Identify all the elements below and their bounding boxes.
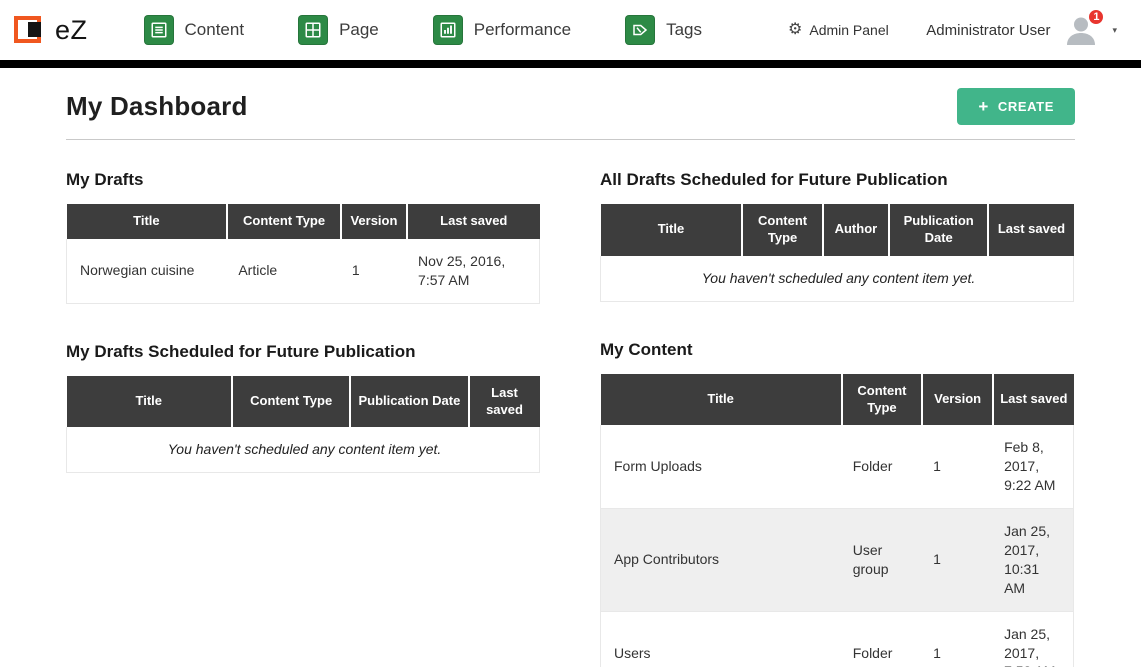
column-header-content-type: Content Type [232,376,350,428]
user-area: Administrator User 1 ▾ [926,15,1123,45]
tags-icon [625,15,655,45]
empty-message-row: You haven't scheduled any content item y… [67,427,540,472]
my-content-table: Title Content Type Version Last saved Fo… [600,374,1074,667]
page-header: My Dashboard + CREATE [66,88,1075,140]
user-name: Administrator User [926,22,1050,39]
column-header-title: Title [601,374,842,426]
column-header-last-saved: Last saved [469,376,540,428]
nav-item-content[interactable]: Content [144,15,245,45]
cell-last-saved: Nov 25, 2016, 7:57 AM [407,239,539,303]
table-header-row: Title Content Type Publication Date Last… [67,376,540,428]
empty-message: You haven't scheduled any content item y… [67,427,540,472]
notification-badge[interactable]: 1 [1087,8,1105,26]
empty-message: You haven't scheduled any content item y… [601,256,1074,301]
admin-panel-label: Admin Panel [809,22,888,38]
right-column: All Drafts Scheduled for Future Publicat… [600,170,1074,667]
column-header-last-saved: Last saved [407,204,539,239]
my-drafts-scheduled-heading: My Drafts Scheduled for Future Publicati… [66,342,540,362]
cell-title: Users [601,611,842,667]
cell-last-saved: Jan 25, 2017, 10:31 AM [993,509,1073,612]
top-navbar: eZ Content Page [0,0,1141,60]
dashboard-columns: My Drafts Title Content Type Version Las… [66,170,1075,667]
cell-title: Form Uploads [601,425,842,508]
column-header-version: Version [922,374,993,426]
table-row[interactable]: Norwegian cuisine Article 1 Nov 25, 2016… [67,239,540,303]
user-avatar[interactable]: 1 [1063,15,1099,45]
column-header-publication-date: Publication Date [889,204,988,256]
column-header-author: Author [823,204,889,256]
column-header-version: Version [341,204,407,239]
plus-icon: + [978,100,989,114]
logo-text: eZ [55,15,88,46]
ez-logo[interactable]: eZ [14,13,88,47]
create-button-label: CREATE [998,99,1054,114]
cell-last-saved: Jan 25, 2017, 7:58 AM [993,611,1073,667]
cell-version: 1 [922,509,993,612]
column-header-title: Title [67,376,233,428]
my-drafts-section: My Drafts Title Content Type Version Las… [66,170,540,304]
my-content-heading: My Content [600,340,1074,360]
nav-item-page[interactable]: Page [298,15,379,45]
cell-content-type: User group [842,509,922,612]
logo-black-square [28,22,41,37]
my-drafts-scheduled-table: Title Content Type Publication Date Last… [66,376,540,474]
empty-message-row: You haven't scheduled any content item y… [601,256,1074,301]
nav-item-tags[interactable]: Tags [625,15,702,45]
ez-logo-icon [14,13,50,47]
cell-version: 1 [922,425,993,508]
nav-item-performance[interactable]: Performance [433,15,571,45]
performance-icon [433,15,463,45]
column-header-title: Title [67,204,228,239]
table-row[interactable]: Users Folder 1 Jan 25, 2017, 7:58 AM [601,611,1074,667]
main-navigation: Content Page Performance [144,15,703,45]
admin-panel-button[interactable]: ⚙ Admin Panel [788,22,889,38]
content-icon [144,15,174,45]
all-drafts-scheduled-section: All Drafts Scheduled for Future Publicat… [600,170,1074,302]
table-row[interactable]: Form Uploads Folder 1 Feb 8, 2017, 9:22 … [601,425,1074,508]
cell-content-type: Folder [842,611,922,667]
cell-title: Norwegian cuisine [67,239,228,303]
all-drafts-scheduled-heading: All Drafts Scheduled for Future Publicat… [600,170,1074,190]
column-header-title: Title [601,204,743,256]
column-header-content-type: Content Type [227,204,341,239]
table-header-row: Title Content Type Version Last saved [67,204,540,239]
left-column: My Drafts Title Content Type Version Las… [66,170,540,667]
navbar-divider-bar [0,60,1141,68]
column-header-last-saved: Last saved [993,374,1073,426]
my-drafts-heading: My Drafts [66,170,540,190]
cell-content-type: Folder [842,425,922,508]
my-drafts-scheduled-section: My Drafts Scheduled for Future Publicati… [66,342,540,474]
my-content-section: My Content Title Content Type Version La… [600,340,1074,667]
page-icon [298,15,328,45]
nav-label-content: Content [185,20,245,40]
cell-title: App Contributors [601,509,842,612]
column-header-content-type: Content Type [742,204,822,256]
create-button[interactable]: + CREATE [957,88,1075,125]
table-header-row: Title Content Type Author Publication Da… [601,204,1074,256]
dashboard-main: My Dashboard + CREATE My Drafts Title Co… [0,88,1141,667]
page-title: My Dashboard [66,91,248,122]
my-drafts-table: Title Content Type Version Last saved No… [66,204,540,304]
cell-version: 1 [922,611,993,667]
nav-label-page: Page [339,20,379,40]
all-drafts-scheduled-table: Title Content Type Author Publication Da… [600,204,1074,302]
table-row[interactable]: App Contributors User group 1 Jan 25, 20… [601,509,1074,612]
table-header-row: Title Content Type Version Last saved [601,374,1074,426]
cell-last-saved: Feb 8, 2017, 9:22 AM [993,425,1073,508]
gear-icon: ⚙ [788,22,802,38]
nav-label-tags: Tags [666,20,702,40]
column-header-publication-date: Publication Date [350,376,468,428]
cell-content-type: Article [227,239,341,303]
column-header-content-type: Content Type [842,374,922,426]
column-header-last-saved: Last saved [988,204,1073,256]
chevron-down-icon[interactable]: ▾ [1112,25,1117,36]
cell-version: 1 [341,239,407,303]
nav-label-performance: Performance [474,20,571,40]
